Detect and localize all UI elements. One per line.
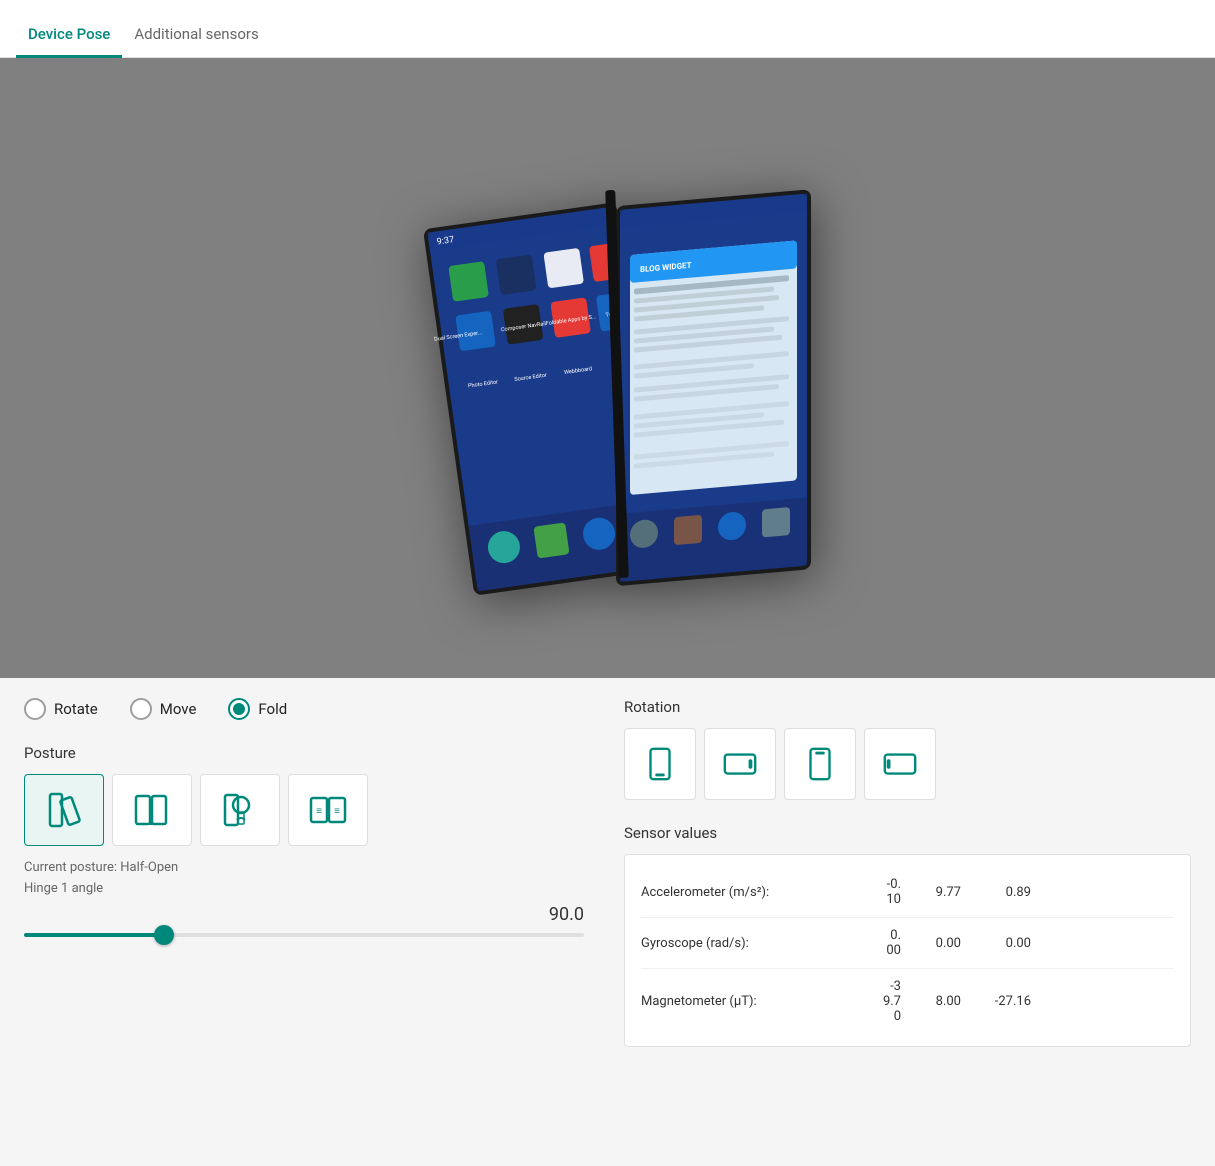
rotation-portrait-flip-icon (801, 745, 839, 783)
rotation-landscape-flip-icon (881, 745, 919, 783)
posture-btn-book[interactable] (200, 774, 280, 846)
svg-text:≡: ≡ (316, 806, 322, 817)
posture-half-open-icon (44, 790, 84, 830)
device-viewer: 9:37 Dual Screen Exper... Composer NavRa… (0, 58, 1215, 678)
rotation-btn-portrait[interactable] (624, 728, 696, 800)
posture-tent-icon (132, 790, 172, 830)
rotation-btn-landscape-flip[interactable] (864, 728, 936, 800)
sensor-val-accel-3: 0.89 (961, 885, 1031, 900)
posture-btn-half-open[interactable] (24, 774, 104, 846)
sensor-name-accelerometer: Accelerometer (m/s²): (641, 885, 841, 900)
controls-area: Rotate Move Fold Posture (0, 678, 1215, 1164)
rotation-label: Rotation (624, 698, 1191, 716)
radio-fold-circle (228, 698, 250, 720)
current-posture-text: Current posture: Half-Open (24, 860, 584, 875)
sensor-val-gyro-3: 0.00 (961, 936, 1031, 951)
posture-book-icon (220, 790, 260, 830)
sensor-val-accel-1: -0.10 (841, 877, 901, 907)
sensor-name-magnetometer: Magnetometer (μT): (641, 994, 841, 1009)
posture-label: Posture (24, 744, 584, 762)
tab-device-pose[interactable]: Device Pose (16, 9, 122, 58)
sensor-row-magnetometer: Magnetometer (μT): -39.70 8.00 -27.16 (641, 969, 1174, 1034)
angle-row: 90.0 (24, 904, 584, 925)
rotation-portrait-icon (641, 745, 679, 783)
sensor-val-gyro-1: 0.00 (841, 928, 901, 958)
hinge-label: Hinge 1 angle (24, 881, 584, 896)
sensor-name-gyroscope: Gyroscope (rad/s): (641, 936, 841, 951)
slider-track[interactable] (24, 933, 584, 937)
slider-row (24, 933, 584, 937)
tabs-bar: Device Pose Additional sensors (0, 0, 1215, 58)
radio-fold[interactable]: Fold (228, 698, 287, 720)
radio-move-circle (130, 698, 152, 720)
radio-group: Rotate Move Fold (24, 698, 584, 720)
rotation-landscape-icon (721, 745, 759, 783)
posture-flat-icon: ≡ ≡ (308, 790, 348, 830)
rotation-btn-portrait-flip[interactable] (784, 728, 856, 800)
posture-btn-tent[interactable] (112, 774, 192, 846)
tab-additional-sensors[interactable]: Additional sensors (122, 9, 270, 58)
sensor-val-gyro-2: 0.00 (901, 936, 961, 951)
radio-fold-label: Fold (258, 700, 287, 718)
left-controls: Rotate Move Fold Posture (24, 698, 584, 1144)
rotation-buttons (624, 728, 1191, 800)
sensor-values-label: Sensor values (624, 824, 1191, 842)
posture-buttons: ≡ ≡ (24, 774, 584, 846)
sensor-val-mag-1: -39.70 (841, 979, 901, 1024)
radio-move-label: Move (160, 700, 197, 718)
sensor-container: Accelerometer (m/s²): -0.10 9.77 0.89 Gy… (624, 854, 1191, 1047)
sensor-val-accel-2: 9.77 (901, 885, 961, 900)
svg-text:≡: ≡ (334, 806, 340, 817)
slider-thumb[interactable] (154, 925, 174, 945)
sensor-table: Accelerometer (m/s²): -0.10 9.77 0.89 Gy… (624, 854, 1191, 1047)
radio-rotate-circle (24, 698, 46, 720)
angle-value: 90.0 (549, 904, 584, 925)
sensor-row-accelerometer: Accelerometer (m/s²): -0.10 9.77 0.89 (641, 867, 1174, 918)
posture-btn-flat[interactable]: ≡ ≡ (288, 774, 368, 846)
sensor-val-mag-3: -27.16 (961, 994, 1031, 1009)
slider-fill (24, 933, 164, 937)
radio-move[interactable]: Move (130, 698, 197, 720)
radio-rotate[interactable]: Rotate (24, 698, 98, 720)
rotation-btn-landscape[interactable] (704, 728, 776, 800)
sensor-val-mag-2: 8.00 (901, 994, 961, 1009)
foldable-phone-3d: 9:37 Dual Screen Exper... Composer NavRa… (358, 138, 858, 598)
sensor-row-gyroscope: Gyroscope (rad/s): 0.00 0.00 0.00 (641, 918, 1174, 969)
radio-rotate-label: Rotate (54, 700, 98, 718)
right-controls: Rotation (624, 698, 1191, 1144)
